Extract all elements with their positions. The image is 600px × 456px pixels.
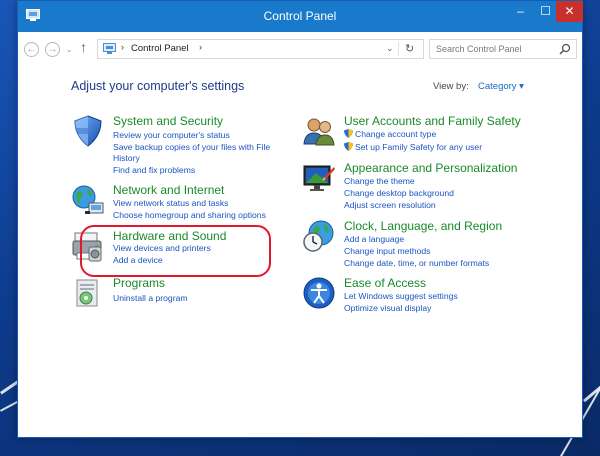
address-divider	[398, 42, 399, 56]
link-change-account-type-label[interactable]: Change account type	[355, 129, 436, 139]
navigation-bar: ← → ⌄ ↑ › Control Panel › ⌄ ↻ Search Con…	[18, 32, 582, 66]
category-title-user-accounts[interactable]: User Accounts and Family Safety	[344, 114, 521, 128]
breadcrumb-separator-icon[interactable]: ›	[121, 42, 124, 52]
close-button[interactable]: ✕	[556, 1, 583, 22]
link-find-fix-problems[interactable]: Find and fix problems	[113, 165, 195, 175]
link-save-backup-copies-continued[interactable]: History	[113, 153, 140, 163]
category-title-appearance[interactable]: Appearance and Personalization	[344, 161, 517, 175]
category-title-system-security[interactable]: System and Security	[113, 114, 223, 128]
control-panel-icon	[103, 43, 116, 54]
title-bar[interactable]: Control Panel – ☐ ✕	[18, 1, 583, 32]
link-windows-suggest-settings[interactable]: Let Windows suggest settings	[344, 291, 458, 301]
category-ease-of-access: Ease of Access Let Windows suggest setti…	[302, 276, 532, 316]
view-by-dropdown[interactable]: Category ▾	[478, 81, 524, 92]
link-uninstall-program[interactable]: Uninstall a program	[113, 293, 188, 303]
window-title: Control Panel	[263, 9, 337, 23]
network-icon[interactable]	[71, 183, 105, 217]
uac-shield-icon	[344, 142, 353, 151]
link-change-desktop-background[interactable]: Change desktop background	[344, 188, 454, 198]
search-input[interactable]: Search Control Panel	[429, 39, 577, 59]
address-dropdown-icon[interactable]: ⌄	[386, 43, 394, 54]
link-family-safety-label[interactable]: Set up Family Safety for any user	[355, 142, 482, 152]
category-user-accounts: User Accounts and Family Safety Change a…	[302, 114, 532, 154]
link-change-input-methods[interactable]: Change input methods	[344, 246, 430, 256]
page-title: Adjust your computer's settings	[71, 79, 245, 93]
address-bar[interactable]: › Control Panel › ⌄ ↻	[97, 39, 424, 59]
back-arrow-icon[interactable]: ←	[24, 42, 39, 57]
control-panel-window: Control Panel – ☐ ✕ ← → ⌄ ↑ › Control Pa…	[17, 0, 583, 438]
refresh-icon[interactable]: ↻	[405, 42, 414, 55]
uac-shield-icon	[344, 129, 353, 138]
up-arrow-icon[interactable]: ↑	[80, 39, 87, 55]
category-clock-language-region: Clock, Language, and Region Add a langua…	[302, 219, 532, 269]
minimize-button[interactable]: –	[508, 1, 533, 22]
link-change-date-time-formats[interactable]: Change date, time, or number formats	[344, 258, 489, 268]
category-programs: Programs Uninstall a program	[71, 276, 271, 308]
ease-of-access-icon[interactable]	[302, 276, 336, 310]
globe-clock-icon[interactable]	[302, 219, 336, 253]
view-by-label: View by:	[433, 81, 469, 92]
link-family-safety[interactable]: Set up Family Safety for any user	[344, 142, 482, 152]
link-change-account-type[interactable]: Change account type	[344, 129, 436, 139]
hardware-sound-highlight-ring	[80, 225, 271, 277]
monitor-icon[interactable]	[302, 161, 336, 195]
category-title-network-internet[interactable]: Network and Internet	[113, 183, 224, 197]
link-optimize-visual-display[interactable]: Optimize visual display	[344, 303, 431, 313]
forward-arrow-icon[interactable]: →	[45, 42, 60, 57]
category-appearance: Appearance and Personalization Change th…	[302, 161, 532, 211]
maximize-button[interactable]: ☐	[533, 1, 558, 22]
category-title-programs[interactable]: Programs	[113, 276, 165, 290]
link-add-language[interactable]: Add a language	[344, 234, 404, 244]
category-system-security: System and Security Review your computer…	[71, 114, 281, 176]
link-save-backup-copies[interactable]: Save backup copies of your files with Fi…	[113, 142, 270, 152]
recent-locations-dropdown-icon[interactable]: ⌄	[66, 42, 73, 57]
category-title-clock-language-region[interactable]: Clock, Language, and Region	[344, 219, 502, 233]
link-homegroup-sharing[interactable]: Choose homegroup and sharing options	[113, 210, 266, 220]
category-network-internet: Network and Internet View network status…	[71, 183, 286, 223]
search-placeholder: Search Control Panel	[436, 44, 522, 54]
link-adjust-screen-resolution[interactable]: Adjust screen resolution	[344, 200, 436, 210]
link-view-network-status[interactable]: View network status and tasks	[113, 198, 228, 208]
wallpaper-ray	[583, 271, 600, 403]
link-change-theme[interactable]: Change the theme	[344, 176, 415, 186]
shield-icon[interactable]	[71, 114, 105, 148]
breadcrumb-control-panel[interactable]: Control Panel	[131, 43, 189, 54]
users-icon[interactable]	[302, 114, 336, 148]
breadcrumb-separator-icon[interactable]: ›	[199, 42, 202, 52]
programs-icon[interactable]	[71, 276, 105, 310]
category-title-ease-of-access[interactable]: Ease of Access	[344, 276, 426, 290]
search-icon[interactable]	[559, 43, 571, 55]
link-review-computer-status[interactable]: Review your computer's status	[113, 130, 230, 140]
